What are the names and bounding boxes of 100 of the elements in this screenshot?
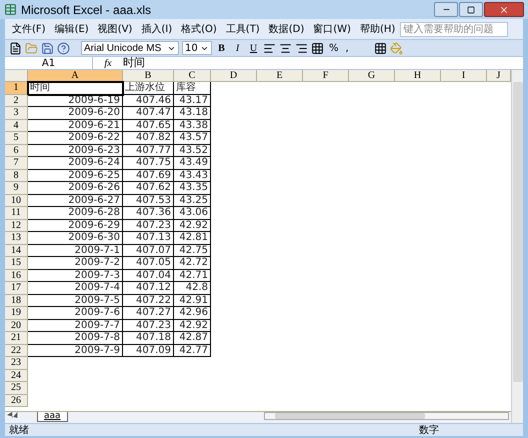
table-cell-text: 43.17 (178, 94, 209, 106)
row-header[interactable]: 17 (5, 282, 28, 294)
align-center-icon[interactable] (279, 42, 292, 54)
table-cell-text: 2009-7-2 (74, 257, 121, 268)
table-cell-text: 407.46 (135, 94, 172, 106)
menu-item[interactable]: 视图(V) (94, 22, 136, 36)
app-icon (4, 3, 17, 16)
align-right-icon[interactable] (295, 42, 308, 54)
column-header[interactable]: C (174, 70, 211, 81)
table-cell-text: 42.77 (178, 344, 209, 356)
table-cell-text: 42.75 (178, 244, 209, 256)
column-header[interactable]: B (123, 70, 174, 81)
table-cell-text: 407.05 (135, 257, 172, 268)
column-header[interactable]: D (211, 70, 257, 81)
close-icon (499, 4, 509, 14)
table-cell-text: 42.8 (184, 282, 209, 294)
function-label[interactable]: fx (93, 56, 123, 70)
align-left-icon[interactable] (263, 42, 276, 54)
row-header[interactable]: 1 (5, 82, 28, 94)
vertical-scrollbar[interactable] (511, 70, 523, 423)
menu-item[interactable]: 数据(D) (264, 22, 308, 36)
row-header[interactable]: 11 (5, 207, 28, 220)
formula-field[interactable]: 时间 (123, 54, 145, 72)
column-header[interactable]: A (28, 70, 123, 81)
table-cell-text: 2009-7-9 (74, 344, 121, 356)
row-header[interactable]: 5 (5, 132, 28, 144)
borders-icon[interactable] (374, 42, 387, 54)
column-header[interactable]: H (395, 70, 441, 81)
new-file-icon[interactable] (9, 42, 22, 54)
font-select[interactable]: Arial Unicode MS (81, 41, 179, 55)
percent-button[interactable]: % (327, 40, 341, 56)
menu-item[interactable]: 插入(I) (137, 22, 176, 36)
table-cell-text: 407.36 (135, 207, 172, 218)
menu-item[interactable]: 编辑(E) (50, 22, 93, 36)
row-header[interactable]: 10 (5, 194, 28, 207)
row-header[interactable]: 20 (5, 320, 28, 332)
table-cell-text: 43.25 (178, 194, 209, 206)
table-cell-text: 2009-6-27 (67, 194, 121, 206)
table-cell-text: 2009-6-22 (67, 132, 121, 144)
help-icon[interactable] (57, 42, 70, 54)
row-header[interactable]: 14 (5, 244, 28, 257)
table-cell-text: 2009-6-21 (67, 120, 121, 131)
row-header[interactable]: 7 (5, 157, 28, 170)
row-header[interactable]: 21 (5, 332, 28, 344)
table-cell-text: 407.04 (135, 270, 172, 281)
close-button[interactable] (484, 2, 524, 17)
table-cell-text: 407.65 (135, 120, 172, 131)
table-cell-text: 2009-7-1 (74, 244, 121, 256)
save-icon[interactable] (41, 42, 54, 54)
status-text: 就绪 (9, 424, 29, 438)
table-cell-text: 2009-7-4 (74, 282, 121, 294)
menu-item[interactable]: 窗口(W) (309, 22, 355, 36)
column-header[interactable]: F (303, 70, 349, 81)
comma-button[interactable]: , (344, 40, 351, 56)
table-cell-text: 42.92 (178, 320, 209, 331)
row-header[interactable]: 25 (5, 382, 28, 394)
table-cell-text: 2009-7-7 (74, 320, 121, 331)
row-header[interactable]: 2 (5, 94, 28, 107)
table-cell-text: 2009-6-30 (67, 232, 121, 244)
menu-item[interactable]: 工具(T) (222, 22, 264, 36)
menu-item[interactable]: 格式(O) (177, 22, 221, 36)
row-header[interactable]: 4 (5, 120, 28, 132)
italic-button[interactable]: I (231, 40, 244, 56)
row-header[interactable]: 8 (5, 170, 28, 182)
row-header[interactable]: 18 (5, 294, 28, 307)
window-title: Microsoft Excel - aaa.xls (21, 2, 152, 18)
bold-button[interactable]: B (215, 40, 228, 56)
table-cell-text: 407.18 (135, 332, 172, 344)
table-cell-text: 407.09 (135, 344, 172, 356)
table-cell-text: 42.91 (178, 294, 209, 306)
row-header[interactable]: 19 (5, 307, 28, 320)
fill-color-icon[interactable] (390, 42, 403, 54)
table-cell-text: 42.81 (178, 232, 209, 244)
row-header[interactable]: 23 (5, 357, 28, 370)
row-header[interactable]: 12 (5, 220, 28, 232)
row-header[interactable]: 15 (5, 257, 28, 270)
name-box[interactable]: A1 (5, 57, 93, 69)
column-header[interactable]: E (257, 70, 303, 81)
table-cell-text: 2009-6-24 (67, 157, 121, 168)
table-cell-text: 42.72 (178, 257, 209, 268)
font-size-select[interactable]: 10 (182, 41, 212, 55)
maximize-button[interactable] (459, 2, 483, 17)
row-header[interactable]: 3 (5, 107, 28, 120)
horizontal-scrollbar[interactable] (264, 412, 509, 420)
column-header[interactable]: G (349, 70, 395, 81)
sheet-tab[interactable]: aaa (37, 412, 68, 422)
row-header[interactable]: 24 (5, 370, 28, 382)
menu-item[interactable]: 文件(F) (8, 22, 50, 36)
column-header[interactable]: I (441, 70, 487, 81)
row-header[interactable]: 22 (5, 344, 28, 357)
underline-button[interactable]: U (247, 40, 260, 56)
help-search-field[interactable]: 键入需要帮助的问题 (400, 22, 508, 36)
table-cell-text: 407.23 (135, 320, 172, 331)
row-header[interactable]: 26 (5, 394, 28, 407)
row-header[interactable]: 16 (5, 270, 28, 282)
menu-item[interactable]: 帮助(H) (356, 22, 400, 36)
row-header[interactable]: 13 (5, 232, 28, 244)
table-cell-text: 43.18 (178, 107, 209, 118)
row-header[interactable]: 9 (5, 182, 28, 194)
row-header[interactable]: 6 (5, 144, 28, 157)
